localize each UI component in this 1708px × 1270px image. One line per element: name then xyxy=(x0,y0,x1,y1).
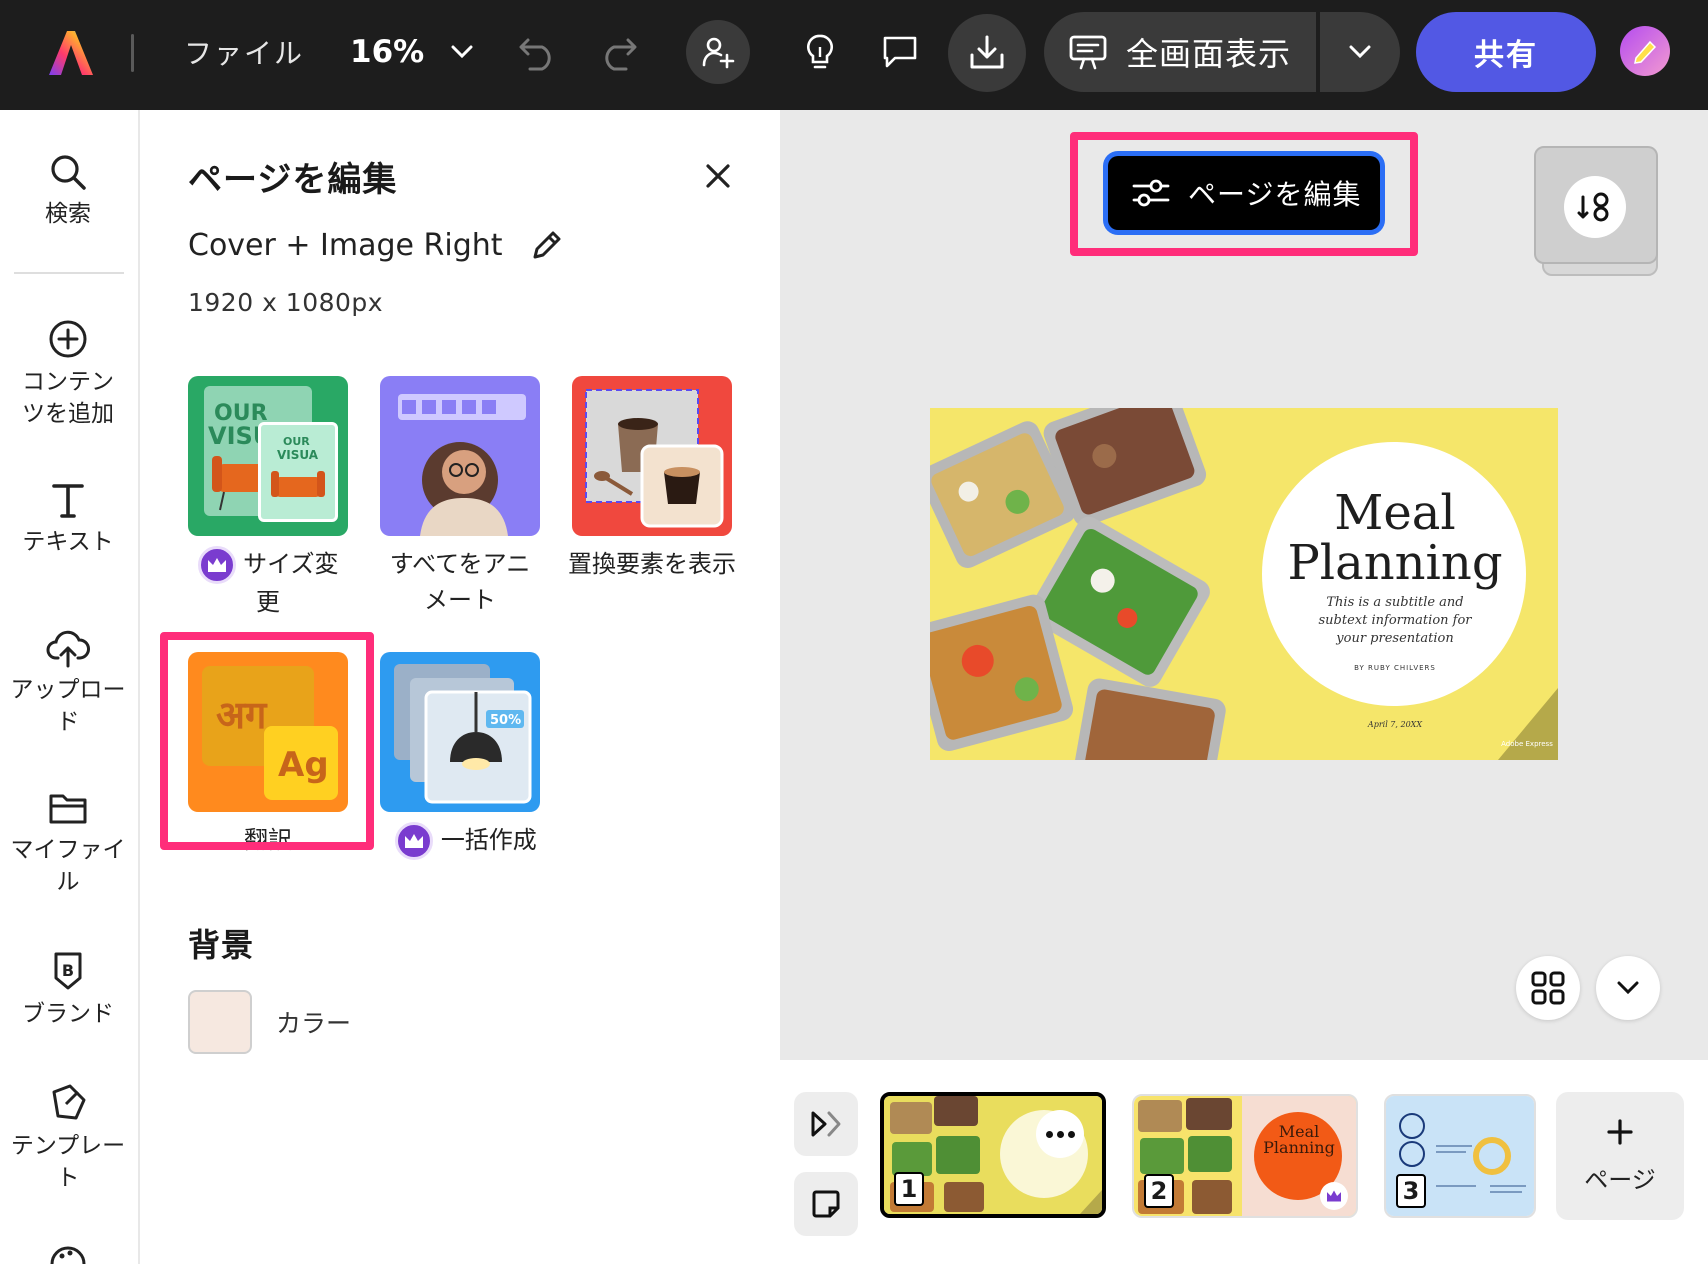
rail-my-files-label: マイファイル xyxy=(10,837,126,895)
tool-resize[interactable]: OUR VISU OUR VISUA xyxy=(188,376,348,536)
left-rail: 検索 コンテンツを追加 テキスト アップロード マイファイル B ブランド テン… xyxy=(0,110,140,1264)
panel-title: ページを編集 xyxy=(188,160,398,200)
text-icon xyxy=(52,484,84,518)
page-number-3: 3 xyxy=(1396,1174,1426,1208)
slide-author: BY RUBY CHILVERS xyxy=(1354,664,1436,672)
more-options-icon[interactable] xyxy=(1036,1110,1084,1158)
search-icon xyxy=(51,155,86,190)
slide-title: Meal Planning xyxy=(1287,485,1503,591)
template-name-text: Cover + Image Right xyxy=(188,228,503,263)
download-icon[interactable] xyxy=(948,14,1026,92)
zoom-level[interactable]: 16% xyxy=(350,28,424,76)
sticky-note-icon[interactable] xyxy=(794,1172,858,1236)
rail-text[interactable]: テキスト xyxy=(0,480,136,558)
rail-templates[interactable]: テンプレート xyxy=(0,1082,136,1194)
thumb-2-title: Meal Planning xyxy=(1263,1122,1335,1157)
plus-icon xyxy=(1607,1118,1633,1145)
slide-date: April 7, 20XX xyxy=(1367,720,1423,729)
rail-brand[interactable]: B ブランド xyxy=(0,950,136,1030)
resize-art-small: OUR VISUA xyxy=(258,422,338,522)
rail-more[interactable] xyxy=(0,1240,136,1270)
invite-user-icon[interactable] xyxy=(686,20,750,84)
svg-text:VISUA: VISUA xyxy=(277,448,319,462)
premium-crown-icon xyxy=(1320,1182,1348,1210)
sliders-icon xyxy=(1132,179,1170,207)
background-color-swatch[interactable] xyxy=(188,990,252,1054)
svg-text:B: B xyxy=(62,961,74,980)
divider xyxy=(131,34,134,72)
presentation-icon xyxy=(1069,35,1107,70)
rail-templates-label: テンプレート xyxy=(10,1133,126,1191)
bulk-create-art: 50% xyxy=(394,664,532,804)
lightbulb-icon[interactable] xyxy=(790,22,850,82)
zoom-chevron-down-icon[interactable] xyxy=(440,30,484,74)
grid-view-icon[interactable] xyxy=(1516,956,1580,1020)
folder-icon xyxy=(49,794,87,824)
pencil-icon[interactable] xyxy=(529,229,563,263)
page-size: 1920 x 1080px xyxy=(188,288,384,317)
page-number-1: 1 xyxy=(894,1172,924,1206)
page-thumbnail-2[interactable]: Meal Planning 2 xyxy=(1132,1094,1358,1218)
template-name: Cover + Image Right xyxy=(188,228,563,263)
share-button[interactable]: 共有 xyxy=(1416,12,1596,92)
rail-divider xyxy=(14,272,124,274)
present-fullscreen-button[interactable]: 全画面表示 xyxy=(1044,12,1316,92)
redo-icon[interactable] xyxy=(592,28,644,80)
rail-search[interactable]: 検索 xyxy=(0,152,136,230)
rail-upload-label: アップロード xyxy=(10,677,126,735)
add-page-button[interactable]: ページ xyxy=(1556,1092,1684,1220)
comment-icon[interactable] xyxy=(870,22,930,82)
top-bar: ファイル 16% 全画面表示 共有 xyxy=(0,0,1708,110)
tool-show-replaceable-label: 置換要素を表示 xyxy=(568,550,736,578)
slide-subtitle: This is a subtitle and subtext informati… xyxy=(1318,595,1472,646)
add-page-label: ページ xyxy=(1584,1165,1656,1194)
tool-bulk-create-label: 一括作成 xyxy=(368,822,564,860)
collapse-chevron-down-icon[interactable] xyxy=(1596,956,1660,1020)
premium-crown-icon xyxy=(197,546,236,584)
rail-upload[interactable]: アップロード xyxy=(0,628,136,738)
rail-brand-label: ブランド xyxy=(22,1001,114,1027)
slide-watermark: Adobe Express xyxy=(1501,740,1553,748)
tool-show-replaceable[interactable] xyxy=(572,376,732,536)
close-icon[interactable] xyxy=(696,154,740,198)
replace-art xyxy=(585,389,724,528)
user-avatar[interactable] xyxy=(1620,26,1670,76)
template-icon xyxy=(52,1084,86,1120)
animate-art xyxy=(398,394,526,536)
edit-page-panel: ページを編集 Cover + Image Right 1920 x 1080px… xyxy=(140,110,780,1264)
edit-page-label: ページを編集 xyxy=(1188,178,1362,211)
palette-icon xyxy=(50,1246,86,1264)
file-menu[interactable]: ファイル xyxy=(184,30,304,74)
present-label: 全画面表示 xyxy=(1126,35,1292,73)
page-thumbnail-1[interactable]: 1 xyxy=(880,1092,1106,1218)
brand-icon: B xyxy=(54,952,82,990)
svg-text:OUR: OUR xyxy=(283,435,310,448)
tool-animate-all-label: すべてをアニメート xyxy=(389,550,531,614)
rail-add-content[interactable]: コンテンツを追加 xyxy=(0,318,136,430)
premium-crown-icon xyxy=(395,822,434,860)
edit-page-button[interactable]: ページを編集 xyxy=(1108,156,1380,230)
plus-circle-icon xyxy=(49,320,87,358)
translate-highlight xyxy=(160,632,374,850)
svg-text:50%: 50% xyxy=(490,713,521,728)
rail-search-label: 検索 xyxy=(45,201,91,227)
page-thumbnail-3[interactable]: 3 xyxy=(1384,1094,1536,1218)
slide-preview[interactable]: Meal Planning This is a subtitle and sub… xyxy=(930,408,1558,760)
layers-icon xyxy=(1564,176,1626,238)
layers-button[interactable] xyxy=(1534,146,1658,276)
background-color-label: カラー xyxy=(276,1009,352,1038)
cloud-upload-icon xyxy=(46,630,90,668)
tool-bulk-create[interactable]: 50% xyxy=(380,652,540,812)
adobe-express-logo[interactable] xyxy=(40,22,100,82)
rail-add-content-label: コンテンツを追加 xyxy=(22,369,114,427)
rail-text-label: テキスト xyxy=(22,529,114,555)
tool-animate-all[interactable] xyxy=(380,376,540,536)
present-options-chevron-down-icon[interactable] xyxy=(1320,12,1400,92)
play-from-start-icon[interactable] xyxy=(794,1092,858,1156)
tool-resize-label: サイズ変更 xyxy=(186,546,350,620)
rail-my-files[interactable]: マイファイル xyxy=(0,788,136,898)
undo-icon[interactable] xyxy=(512,28,564,80)
background-heading: 背景 xyxy=(188,926,255,964)
page-number-2: 2 xyxy=(1144,1174,1174,1208)
